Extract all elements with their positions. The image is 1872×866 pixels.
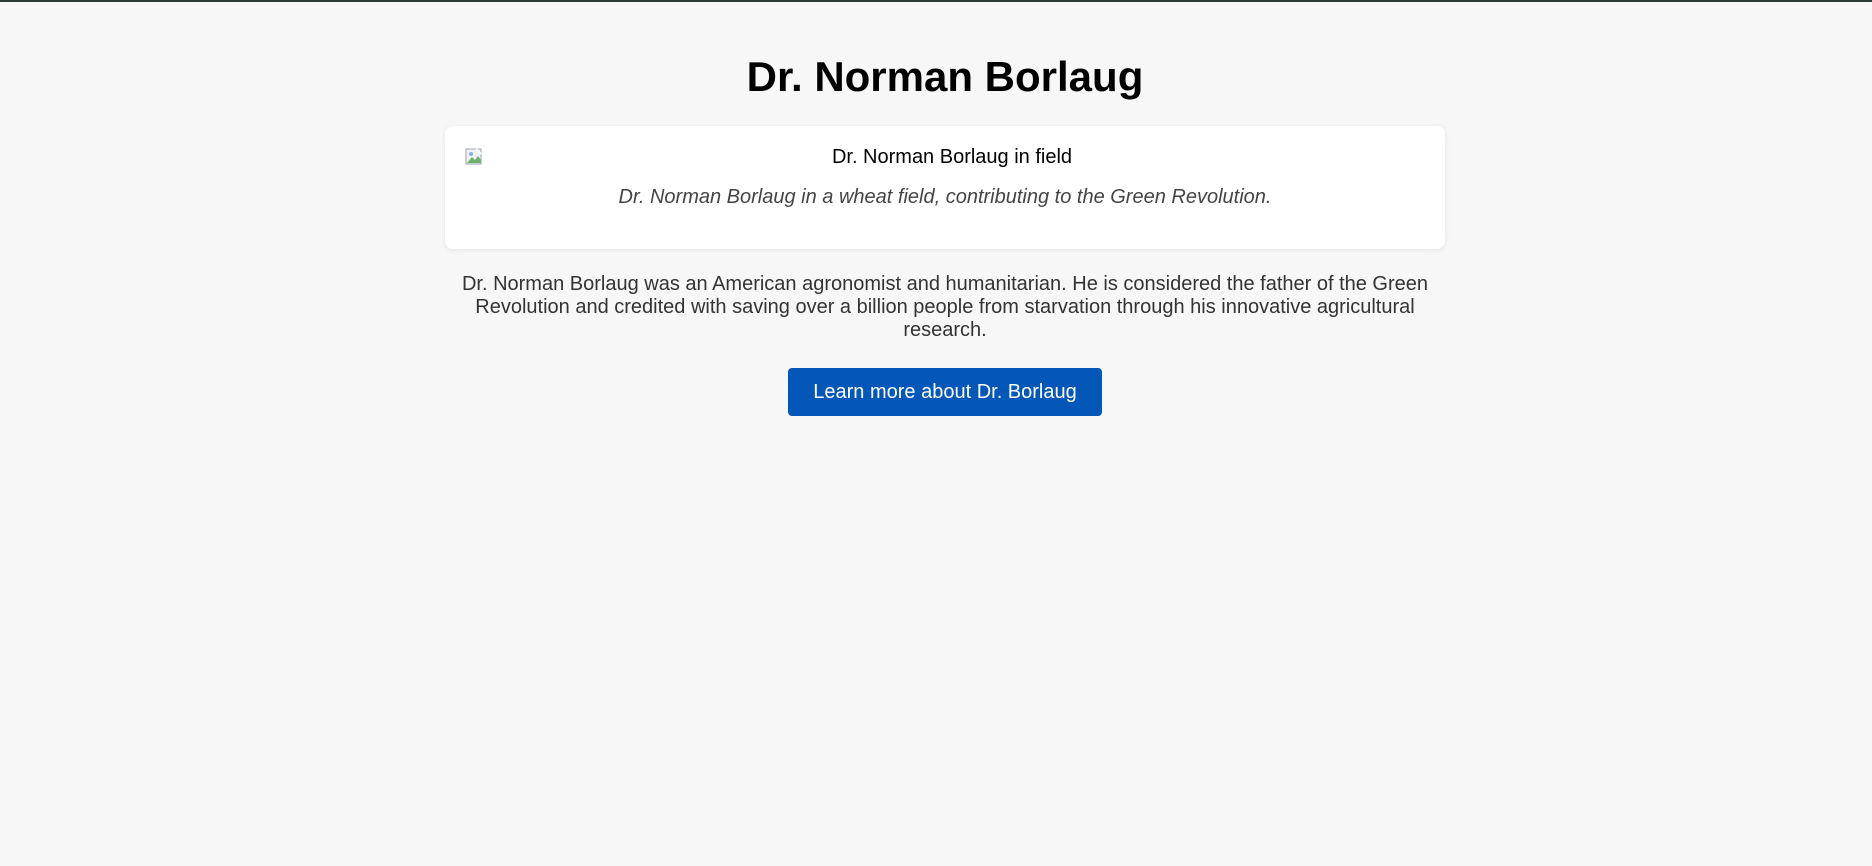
image-alt-text: Dr. Norman Borlaug in field [831, 145, 1073, 168]
image-card: Dr. Norman Borlaug in field Dr. Norman B… [445, 126, 1445, 249]
learn-more-button[interactable]: Learn more about Dr. Borlaug [788, 368, 1102, 416]
page-title: Dr. Norman Borlaug [746, 53, 1144, 100]
broken-image-icon [465, 148, 482, 165]
top-border [0, 0, 1872, 2]
portrait-image: Dr. Norman Borlaug in field [465, 144, 1425, 170]
image-caption: Dr. Norman Borlaug in a wheat field, con… [618, 186, 1272, 208]
bio-paragraph: Dr. Norman Borlaug was an American agron… [461, 273, 1429, 341]
